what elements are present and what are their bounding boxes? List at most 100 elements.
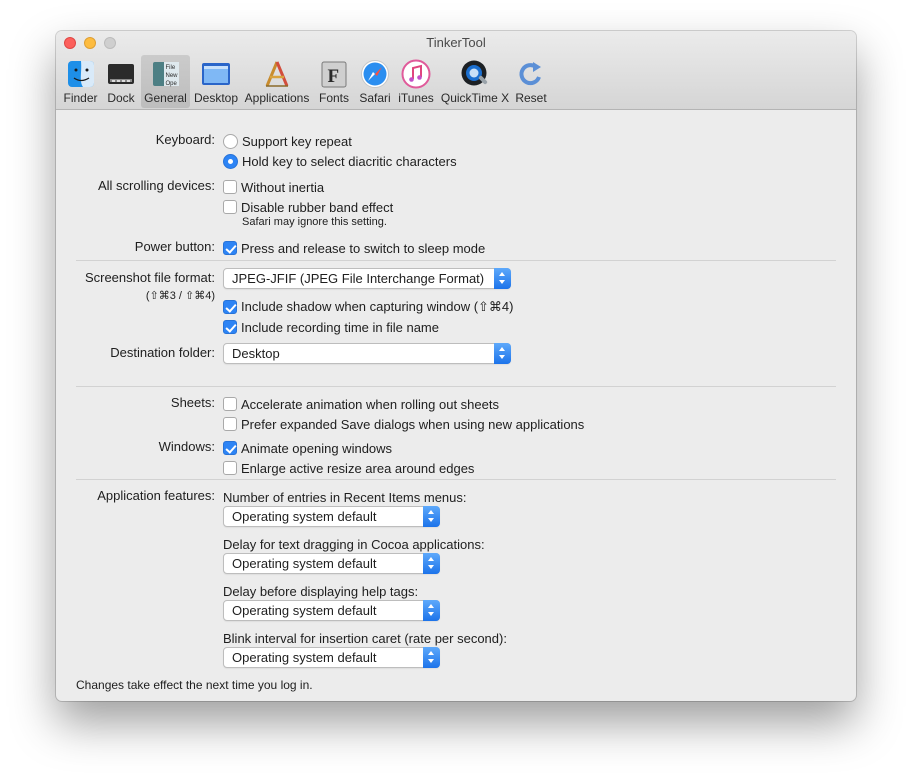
popup-value: Operating system default: [232, 603, 377, 618]
help-tags-delay-popup[interactable]: Operating system default: [223, 600, 440, 621]
popup-value: Operating system default: [232, 509, 377, 524]
option-label: Accelerate animation when rolling out sh…: [241, 396, 499, 412]
accelerate-sheets-option[interactable]: Accelerate animation when rolling out sh…: [223, 395, 499, 413]
without-inertia-checkbox[interactable]: [223, 180, 237, 194]
power-sleep-option[interactable]: Press and release to switch to sleep mod…: [223, 239, 485, 257]
option-label: Support key repeat: [242, 133, 352, 149]
prefer-expanded-save-option[interactable]: Prefer expanded Save dialogs when using …: [223, 415, 584, 433]
recent-items-label: Number of entries in Recent Items menus:: [223, 489, 467, 505]
tab-fonts[interactable]: F Fonts: [316, 55, 352, 108]
general-icon: File New Ope: [151, 59, 181, 89]
separator: [76, 260, 836, 261]
tab-label: Applications: [244, 91, 310, 105]
tab-label: General: [144, 91, 187, 105]
tab-label: Finder: [63, 91, 98, 105]
help-tags-delay-label: Delay before displaying help tags:: [223, 583, 419, 599]
tinkertool-window: TinkerTool Finder Dock File New Ope Gene…: [56, 31, 856, 701]
windows-label: Windows:: [158, 439, 215, 454]
tab-quicktime[interactable]: QuickTime X: [439, 55, 511, 108]
animate-windows-option[interactable]: Animate opening windows: [223, 439, 392, 457]
tab-label: Desktop: [193, 91, 239, 105]
enlarge-resize-area-checkbox[interactable]: [223, 461, 237, 475]
option-label: Include shadow when capturing window (⇧⌘…: [241, 299, 514, 314]
itunes-icon: [401, 59, 431, 89]
text-drag-delay-popup[interactable]: Operating system default: [223, 553, 440, 574]
tab-itunes[interactable]: iTunes: [396, 55, 436, 108]
blink-interval-popup[interactable]: Operating system default: [223, 647, 440, 668]
include-recording-time-checkbox[interactable]: [223, 320, 237, 334]
window-title: TinkerTool: [426, 35, 486, 50]
tab-label: QuickTime X: [440, 91, 510, 105]
svg-text:F: F: [328, 66, 340, 87]
power-label: Power button:: [134, 239, 215, 254]
screenshot-shortcut-label: (⇧⌘3 / ⇧⌘4): [145, 290, 215, 302]
tab-dock[interactable]: Dock: [102, 55, 140, 108]
general-pane: Keyboard: Support key repeat Hold key to…: [56, 111, 856, 701]
accelerate-sheets-checkbox[interactable]: [223, 397, 237, 411]
desktop-icon: [201, 59, 231, 89]
radio-hold-key-diacritic[interactable]: [223, 153, 238, 169]
chevron-updown-icon: [423, 647, 440, 668]
svg-text:File: File: [165, 65, 175, 71]
separator: [76, 386, 836, 387]
prefer-expanded-save-checkbox[interactable]: [223, 417, 237, 431]
scrolling-label: All scrolling devices:: [97, 178, 215, 193]
app-features-label: Application features:: [97, 488, 215, 503]
option-label: Include recording time in file name: [241, 319, 439, 335]
keyboard-label: Keyboard:: [155, 132, 215, 147]
tab-desktop[interactable]: Desktop: [192, 55, 240, 108]
radio-support-key-repeat[interactable]: [223, 133, 238, 149]
titlebar: TinkerTool Finder Dock File New Ope Gene…: [56, 31, 856, 110]
svg-text:New: New: [165, 73, 178, 79]
keyboard-option-repeat[interactable]: Support key repeat: [223, 132, 352, 150]
option-label: Disable rubber band effect: [241, 199, 394, 215]
safari-icon: [360, 59, 390, 89]
fonts-icon: F: [319, 59, 349, 89]
tab-applications[interactable]: Applications: [242, 55, 312, 108]
destination-folder-label: Destination folder:: [110, 345, 215, 360]
option-label: Hold key to select diacritic characters: [242, 153, 457, 169]
tab-general[interactable]: File New Ope General: [141, 55, 190, 108]
separator: [76, 479, 836, 480]
blink-interval-label: Blink interval for insertion caret (rate…: [223, 630, 507, 646]
recent-items-popup[interactable]: Operating system default: [223, 506, 440, 527]
quicktime-icon: [460, 59, 490, 89]
tab-reset[interactable]: Reset: [513, 55, 549, 108]
without-inertia-option[interactable]: Without inertia: [223, 178, 324, 196]
popup-value: Desktop: [232, 346, 280, 361]
include-shadow-option[interactable]: Include shadow when capturing window (⇧⌘…: [223, 298, 513, 316]
option-label: Animate opening windows: [241, 440, 393, 456]
include-shadow-checkbox[interactable]: [223, 300, 237, 314]
animate-windows-checkbox[interactable]: [223, 441, 237, 455]
destination-folder-popup[interactable]: Desktop: [223, 343, 511, 364]
keyboard-option-diacritic[interactable]: Hold key to select diacritic characters: [223, 152, 457, 170]
applications-icon: [262, 59, 292, 89]
reset-icon: [516, 59, 546, 89]
footer-note: Changes take effect the next time you lo…: [76, 678, 313, 692]
tab-label: iTunes: [398, 91, 434, 105]
tab-label: Fonts: [318, 91, 349, 105]
chevron-updown-icon: [494, 343, 511, 364]
chevron-updown-icon: [423, 600, 440, 621]
option-label: Enlarge active resize area around edges: [241, 460, 475, 476]
dock-icon: [106, 59, 136, 89]
tab-safari[interactable]: Safari: [355, 55, 395, 108]
disable-rubber-band-option[interactable]: Disable rubber band effect: [223, 198, 393, 216]
sheets-label: Sheets:: [170, 395, 215, 410]
option-label: Without inertia: [241, 179, 325, 195]
text-drag-delay-label: Delay for text dragging in Cocoa applica…: [223, 536, 485, 552]
chevron-updown-icon: [423, 553, 440, 574]
disable-rubber-band-checkbox[interactable]: [223, 200, 237, 214]
option-label: Prefer expanded Save dialogs when using …: [241, 416, 585, 432]
tab-finder[interactable]: Finder: [61, 55, 100, 108]
power-sleep-checkbox[interactable]: [223, 241, 237, 255]
enlarge-resize-area-option[interactable]: Enlarge active resize area around edges: [223, 459, 474, 477]
include-recording-time-option[interactable]: Include recording time in file name: [223, 318, 439, 336]
popup-value: Operating system default: [232, 556, 377, 571]
popup-value: JPEG-JFIF (JPEG File Interchange Format): [232, 271, 485, 286]
screenshot-format-label: Screenshot file format:: [84, 270, 215, 285]
screenshot-format-popup[interactable]: JPEG-JFIF (JPEG File Interchange Format): [223, 268, 511, 289]
option-label: Press and release to switch to sleep mod…: [241, 240, 486, 256]
chevron-updown-icon: [423, 506, 440, 527]
svg-text:Ope: Ope: [165, 81, 177, 87]
